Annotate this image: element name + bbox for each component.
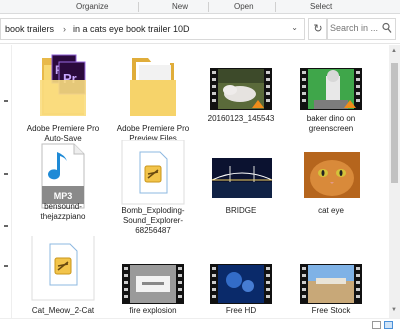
file-item-cat-meow[interactable]: Cat_Meow_2-Cat — [22, 229, 104, 316]
refresh-button[interactable]: ↻ — [308, 18, 328, 40]
breadcrumb-book-trailers[interactable]: book trailers — [5, 24, 54, 34]
video-thumbnail — [112, 236, 194, 310]
file-item-label: 20160123_145543 — [207, 114, 275, 123]
ribbon-group-open[interactable]: Open — [234, 2, 254, 11]
ribbon-group-organize[interactable]: Organize — [76, 2, 108, 11]
file-item-label: baker dino on greenscreen — [306, 114, 356, 133]
folder-icon: Pr Pr — [22, 50, 104, 124]
navigation-bar: book trailers › in a cats eye book trail… — [0, 14, 400, 44]
file-explorer-window: Organize New Open Select book trailers ›… — [0, 0, 400, 330]
search-input[interactable] — [330, 23, 380, 33]
file-item-label: Free Stock — [311, 306, 351, 315]
navigation-pane[interactable] — [0, 45, 12, 318]
file-item-label: BRIDGE — [225, 206, 257, 215]
breadcrumb-separator-icon[interactable]: › — [63, 24, 66, 34]
file-item-premiere-preview-files[interactable]: Adobe Premiere Pro Preview Files — [112, 50, 194, 143]
file-item-premiere-auto-save[interactable]: Pr Pr Adobe Premiere Pro Auto-Save — [22, 50, 104, 143]
audio-file-icon — [112, 139, 194, 214]
video-thumbnail — [290, 236, 372, 310]
ribbon-group-new[interactable]: New — [172, 2, 188, 11]
large-icons-view-icon[interactable] — [384, 321, 393, 329]
ribbon-group-labels: Organize New Open Select — [0, 0, 400, 14]
file-item-free-stock[interactable]: Free Stock — [290, 236, 372, 316]
folder-icon — [112, 50, 194, 124]
ribbon-group-select[interactable]: Select — [310, 2, 332, 11]
audio-file-icon — [22, 229, 104, 310]
file-item-label: Free HD — [225, 306, 257, 315]
video-thumbnail — [290, 50, 372, 124]
address-bar[interactable]: book trailers › in a cats eye book trail… — [0, 18, 305, 40]
mp3-badge: MP3 — [53, 191, 73, 201]
vertical-scrollbar[interactable]: ▲ ▼ — [389, 45, 400, 318]
file-item-video-20160123[interactable]: 20160123_145543 — [200, 50, 282, 138]
file-item-bridge[interactable]: BRIDGE — [200, 140, 282, 220]
video-thumbnail — [200, 236, 282, 310]
details-view-icon[interactable] — [372, 321, 381, 329]
scroll-down-icon[interactable]: ▼ — [391, 307, 397, 313]
file-item-label: bensound-thejazzpiano — [40, 202, 86, 221]
scrollbar-thumb[interactable] — [391, 63, 398, 183]
breadcrumb-current-folder[interactable]: in a cats eye book trailer 10D — [73, 24, 190, 34]
search-box[interactable] — [326, 18, 396, 40]
chevron-down-icon[interactable]: ⌄ — [291, 23, 298, 32]
refresh-icon: ↻ — [313, 23, 323, 35]
status-bar — [0, 318, 400, 330]
video-thumbnail — [200, 50, 282, 124]
file-item-bensound[interactable]: MP3 bensound-thejazzpiano — [22, 140, 104, 221]
file-item-label: Cat_Meow_2-Cat — [31, 306, 95, 315]
search-icon — [382, 22, 392, 36]
scroll-up-icon[interactable]: ▲ — [391, 48, 397, 54]
file-item-cat-eye[interactable]: cat eye — [290, 140, 372, 220]
file-item-label: cat eye — [318, 206, 344, 215]
file-item-baker-dino[interactable]: baker dino on greenscreen — [290, 50, 372, 138]
file-item-fire-explosion[interactable]: fire explosion — [112, 236, 194, 316]
image-thumbnail — [200, 140, 282, 214]
file-item-free-hd[interactable]: Free HD — [200, 236, 282, 316]
file-item-label: fire explosion — [129, 306, 177, 315]
file-item-label: Bomb_Exploding-Sound_Explorer-68256487 — [121, 206, 185, 235]
file-item-bomb-exploding[interactable]: Bomb_Exploding-Sound_Explorer-68256487 — [112, 139, 194, 235]
image-thumbnail — [290, 140, 372, 214]
